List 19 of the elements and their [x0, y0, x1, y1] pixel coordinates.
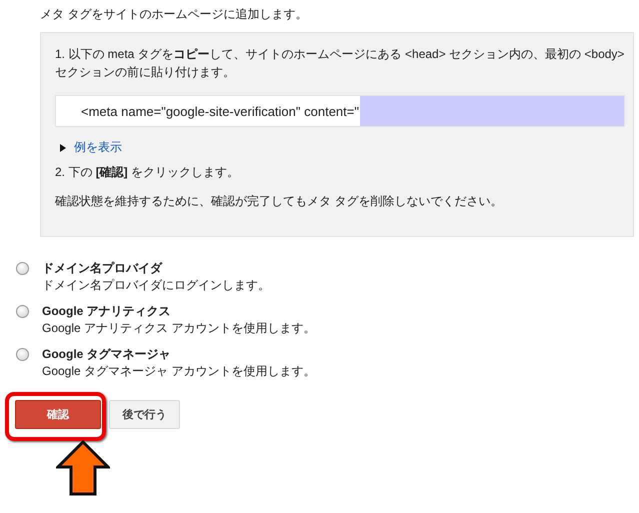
option-title: Google タグマネージャ — [42, 346, 172, 363]
note-text: 確認状態を維持するために、確認が完了してもメタ タグを削除しないでください。 — [55, 193, 504, 210]
option-title: Google アナリティクス — [42, 303, 172, 320]
intro-text: メタ タグをサイトのホームページに追加します。 — [40, 6, 308, 23]
later-button[interactable]: 後で行う — [109, 400, 180, 429]
step-text: 1. 以下の meta タグをコピーして、サイトのホームページにある <head> セクション内の、最初の <body> セクションの前に貼り付けます。 — [55, 46, 625, 81]
code-field[interactable]: <meta name="google-site-verification" content=" — [55, 95, 625, 127]
option-description: Google アナリティクス アカウントを使用します。 — [42, 320, 316, 337]
pointer-arrow-icon — [56, 440, 110, 496]
option-description: ドメイン名プロバイダにログインします。 — [42, 277, 270, 294]
radio-button[interactable] — [16, 305, 29, 318]
option-title: ドメイン名プロバイダ — [42, 260, 164, 277]
option-description: Google タグマネージャ アカウントを使用します。 — [42, 363, 316, 380]
confirm-button[interactable]: 確認 — [15, 400, 101, 429]
step-text: 2. 下の [確認] をクリックします。 — [55, 164, 240, 181]
radio-button[interactable] — [16, 262, 29, 275]
expand-triangle-icon[interactable] — [60, 144, 66, 152]
radio-button[interactable] — [16, 348, 29, 361]
show-example-link[interactable]: 例を表示 — [74, 139, 122, 156]
